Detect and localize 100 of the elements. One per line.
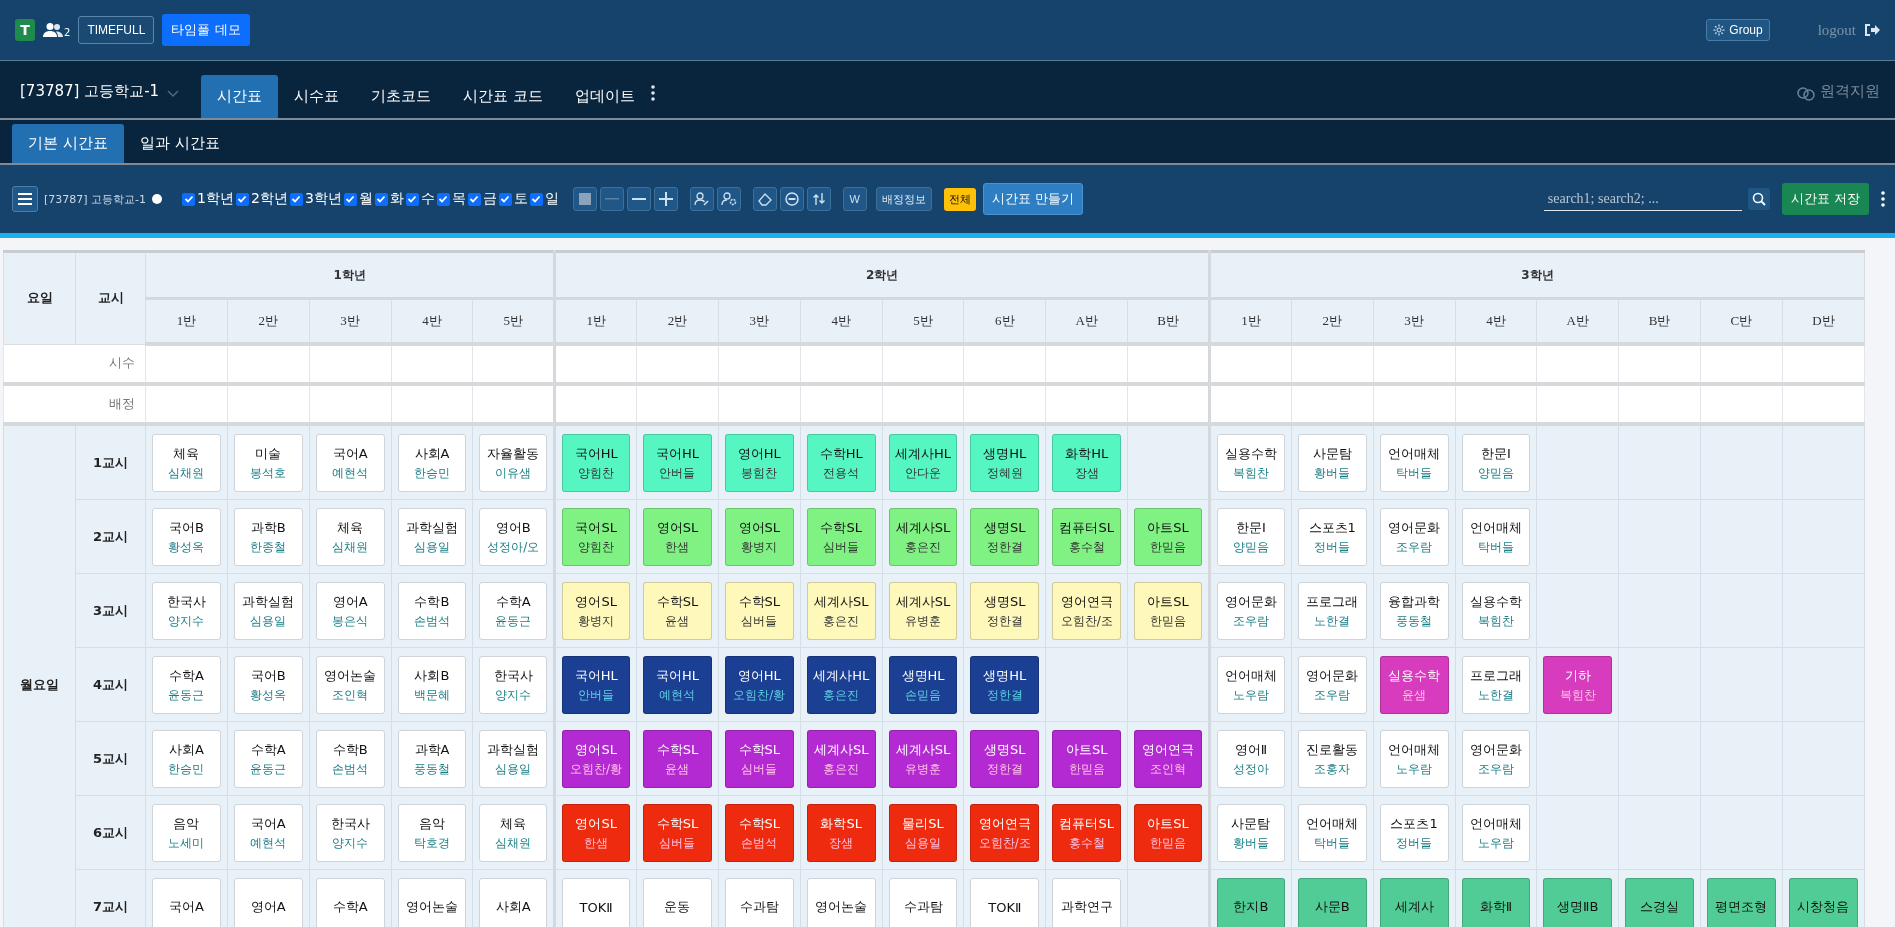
more-icon[interactable] (1881, 191, 1885, 207)
lesson-card[interactable]: 언어매체 노우람 (1461, 804, 1531, 862)
lesson-card[interactable]: 영어논술 조인혁 (315, 656, 385, 714)
lesson-card[interactable]: 생명HL 정혜원 (970, 434, 1040, 492)
lesson-card[interactable]: 사회A 한승민 (397, 434, 467, 492)
lesson-card[interactable]: 영어문화 조우람 (1379, 508, 1449, 566)
plus-button[interactable] (653, 187, 678, 211)
lesson-card[interactable]: 국어B 황성옥 (233, 656, 303, 714)
lesson-card[interactable]: 언어매체 탁버들 (1297, 804, 1367, 862)
lesson-card[interactable]: 사문탐 황버들 (1216, 804, 1285, 862)
search-button[interactable] (1747, 188, 1770, 210)
lesson-card[interactable]: 국어HL 예현석 (643, 656, 712, 714)
lesson-card[interactable]: 컴퓨터SL 홍수철 (1052, 804, 1122, 862)
lesson-card[interactable]: 스포츠1 정버들 (1297, 508, 1367, 566)
lesson-card[interactable]: 수학SL 손범석 (724, 804, 794, 862)
lesson-card[interactable]: 과학A 풍동철 (397, 730, 467, 788)
lesson-card[interactable]: 생명SL 정한결 (970, 582, 1040, 640)
lesson-card[interactable]: 프로그래 노한결 (1297, 582, 1367, 640)
lesson-card[interactable]: 세계사HL 안다운 (888, 434, 958, 492)
lesson-card[interactable]: 생명HL 정한결 (970, 656, 1040, 714)
lesson-card[interactable]: 생명SL 정한결 (970, 508, 1040, 566)
lesson-card[interactable]: 아트SL 한믿음 (1134, 508, 1202, 566)
lesson-card[interactable]: 실용수학 복힘찬 (1216, 434, 1285, 492)
checkbox[interactable] (182, 192, 196, 206)
lesson-card[interactable]: 국어HL 안버들 (643, 434, 712, 492)
lesson-card[interactable]: 세계사SL 홍은진 (806, 730, 876, 788)
chevron-down-icon[interactable] (167, 90, 180, 98)
lesson-card[interactable]: 과학B 한종철 (233, 508, 303, 566)
lesson-card[interactable]: 사회A (479, 878, 548, 927)
lesson-card[interactable]: 수학A 윤동근 (152, 656, 221, 714)
checkbox[interactable] (529, 192, 543, 206)
lesson-card[interactable]: 아트SL 한믿음 (1134, 804, 1202, 862)
lesson-card[interactable]: 실용수학 복힘찬 (1461, 582, 1531, 640)
lesson-card[interactable]: 영어Ⅱ 성정아 (1216, 730, 1285, 788)
lesson-card[interactable]: 영어논술 (806, 878, 876, 927)
lesson-card[interactable]: 한문Ⅰ 양믿음 (1216, 508, 1285, 566)
lesson-card[interactable]: 국어A 예현석 (315, 434, 385, 492)
lesson-card[interactable]: 과학실험 심용일 (479, 730, 548, 788)
lesson-card[interactable]: 시창청음 (1788, 878, 1858, 927)
checkbox[interactable] (405, 192, 419, 206)
save-button[interactable]: 시간표 저장 (1781, 183, 1869, 215)
lesson-card[interactable]: 한국사 양지수 (479, 656, 548, 714)
lesson-card[interactable]: 영어SL 오힘찬/황 (562, 730, 631, 788)
menu-button[interactable] (12, 186, 38, 212)
lesson-card[interactable]: 국어HL 안버들 (562, 656, 631, 714)
make-timetable-button[interactable]: 시간표 만들기 (982, 183, 1083, 215)
lesson-card[interactable]: 화학SL 장샘 (806, 804, 876, 862)
swap-button[interactable] (806, 187, 831, 211)
lesson-card[interactable]: 체육 심채원 (152, 434, 221, 492)
nav-tab[interactable]: 시수표 (278, 75, 356, 118)
lesson-card[interactable]: 수학SL 윤샘 (643, 730, 712, 788)
lesson-card[interactable]: 국어SL 양힘찬 (562, 508, 631, 566)
checkbox[interactable] (343, 192, 357, 206)
lesson-card[interactable]: 영어B 성정아/오 (479, 508, 548, 566)
lesson-card[interactable]: 한국사 양지수 (315, 804, 385, 862)
demo-button[interactable]: 타임풀 데모 (162, 14, 250, 46)
lesson-card[interactable]: TOKⅡ (970, 878, 1040, 927)
lesson-card[interactable]: 세계사SL 홍은진 (888, 508, 958, 566)
lesson-card[interactable]: 영어문화 조우람 (1461, 730, 1531, 788)
lesson-card[interactable]: 과학실험 심용일 (397, 508, 467, 566)
lesson-card[interactable]: 언어매체 노우람 (1216, 656, 1285, 714)
lesson-card[interactable]: 사회B 백문혜 (397, 656, 467, 714)
lesson-card[interactable]: 수학SL 윤샘 (643, 582, 712, 640)
lesson-card[interactable]: 국어A 예현석 (233, 804, 303, 862)
lesson-card[interactable]: 영어연극 오힘찬/조 (970, 804, 1040, 862)
checkbox[interactable] (289, 192, 303, 206)
checkbox[interactable] (436, 192, 450, 206)
lesson-card[interactable]: 수학HL 전용석 (806, 434, 876, 492)
minus-button[interactable] (626, 187, 651, 211)
lesson-card[interactable]: 체육 심채원 (315, 508, 385, 566)
nav-tab[interactable]: 기초코드 (355, 75, 448, 118)
user-edit-button[interactable] (689, 187, 714, 211)
lesson-card[interactable]: 화학Ⅱ (1461, 878, 1531, 927)
lesson-card[interactable]: 세계사SL 홍은진 (806, 582, 876, 640)
lesson-card[interactable]: 영어연극 오힘찬/조 (1052, 582, 1122, 640)
logout-icon[interactable] (1864, 23, 1880, 37)
lesson-card[interactable]: 과학연구 (1052, 878, 1122, 927)
lesson-card[interactable]: 국어A (152, 878, 221, 927)
lesson-card[interactable]: 한문Ⅰ 양믿음 (1461, 434, 1531, 492)
lesson-card[interactable]: 수과탐 (888, 878, 958, 927)
lesson-card[interactable]: 한국사 양지수 (152, 582, 221, 640)
lesson-card[interactable]: 수학SL 심버들 (643, 804, 712, 862)
lesson-card[interactable]: 화학HL 장샘 (1052, 434, 1122, 492)
nav-tab[interactable]: 업데이트 (558, 75, 651, 118)
lesson-card[interactable]: 물리SL 심용일 (888, 804, 958, 862)
brand-button[interactable]: TIMEFULL (78, 16, 155, 44)
lesson-card[interactable]: 영어SL 한샘 (562, 804, 631, 862)
lesson-card[interactable]: 영어A (233, 878, 303, 927)
lesson-card[interactable]: 미술 봉석호 (233, 434, 303, 492)
lesson-card[interactable]: 영어논술 (397, 878, 467, 927)
lesson-card[interactable]: TOKⅡ (562, 878, 631, 927)
search-field[interactable]: search1; search2; ... (1543, 187, 1742, 211)
lesson-card[interactable]: 생명SL 정한결 (970, 730, 1040, 788)
lesson-card[interactable]: 세계사SL 유병훈 (888, 582, 958, 640)
group-button[interactable]: Group (1706, 19, 1770, 41)
checkbox[interactable] (374, 192, 388, 206)
lesson-card[interactable]: 수학SL 심버들 (806, 508, 876, 566)
lesson-card[interactable]: 수학A (315, 878, 385, 927)
lesson-card[interactable]: 수학B 손범석 (315, 730, 385, 788)
lesson-card[interactable]: 사문탐 황버들 (1297, 434, 1367, 492)
